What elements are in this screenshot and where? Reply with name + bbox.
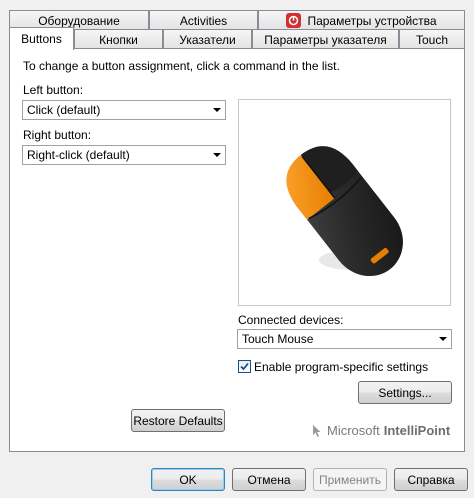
apply-button[interactable]: Применить (313, 468, 387, 491)
connected-devices-value: Touch Mouse (242, 332, 314, 346)
tab-device-settings[interactable]: Параметры устройства (258, 10, 465, 30)
left-button-label: Left button: (23, 83, 84, 97)
tab-label: Указатели (179, 32, 236, 47)
mouse-preview[interactable] (238, 99, 451, 306)
tab-pointers[interactable]: Указатели (163, 29, 252, 49)
tab-label: Activities (179, 13, 228, 28)
tab-label: Кнопки (99, 32, 138, 47)
settings-button-label: Settings... (378, 385, 432, 400)
enable-program-checkbox[interactable] (238, 360, 251, 373)
cancel-button[interactable]: Отмена (232, 468, 306, 491)
brand-microsoft: Microsoft (327, 423, 380, 438)
tab-label: Touch (415, 32, 449, 47)
instruction-text: To change a button assignment, click a c… (23, 59, 340, 73)
tab-touch[interactable]: Touch (399, 29, 465, 49)
tab-knopki[interactable]: Кнопки (74, 29, 163, 49)
cancel-label: Отмена (247, 472, 291, 487)
connected-devices-dropdown[interactable]: Touch Mouse (237, 329, 452, 349)
help-button[interactable]: Справка (394, 468, 468, 491)
connected-devices-label: Connected devices: (238, 313, 344, 327)
tab-label: Параметры указателя (264, 32, 387, 47)
tab-label: Оборудование (38, 13, 120, 28)
left-button-dropdown[interactable]: Click (default) (22, 100, 226, 120)
chevron-down-icon (209, 146, 225, 164)
restore-defaults-label: Restore Defaults (133, 413, 223, 428)
brand-product: IntelliPoint (383, 423, 451, 438)
intellipoint-logo: Microsoft IntelliPoint (312, 423, 450, 438)
right-button-label: Right button: (23, 128, 92, 142)
checkmark-icon (240, 362, 249, 371)
tab-label: Параметры устройства (307, 13, 437, 28)
tab-buttons[interactable]: Buttons (9, 27, 74, 50)
apply-label: Применить (318, 472, 381, 487)
right-button-dropdown[interactable]: Right-click (default) (22, 145, 226, 165)
device-settings-icon (286, 13, 302, 28)
enable-program-label[interactable]: Enable program-specific settings (254, 360, 428, 374)
ok-button[interactable]: OK (151, 468, 225, 491)
tab-activities[interactable]: Activities (149, 10, 258, 30)
restore-defaults-button[interactable]: Restore Defaults (131, 409, 225, 432)
chevron-down-icon (435, 330, 451, 348)
settings-button[interactable]: Settings... (358, 381, 452, 404)
chevron-down-icon (209, 101, 225, 119)
pointer-logo-icon (313, 424, 321, 437)
tab-pointer-options[interactable]: Параметры указателя (252, 29, 399, 49)
mouse-image-icon (286, 146, 403, 277)
ok-label: OK (179, 472, 197, 487)
tab-label: Buttons (21, 32, 62, 46)
right-button-value: Right-click (default) (27, 148, 130, 162)
help-label: Справка (407, 472, 455, 487)
left-button-value: Click (default) (27, 103, 101, 117)
